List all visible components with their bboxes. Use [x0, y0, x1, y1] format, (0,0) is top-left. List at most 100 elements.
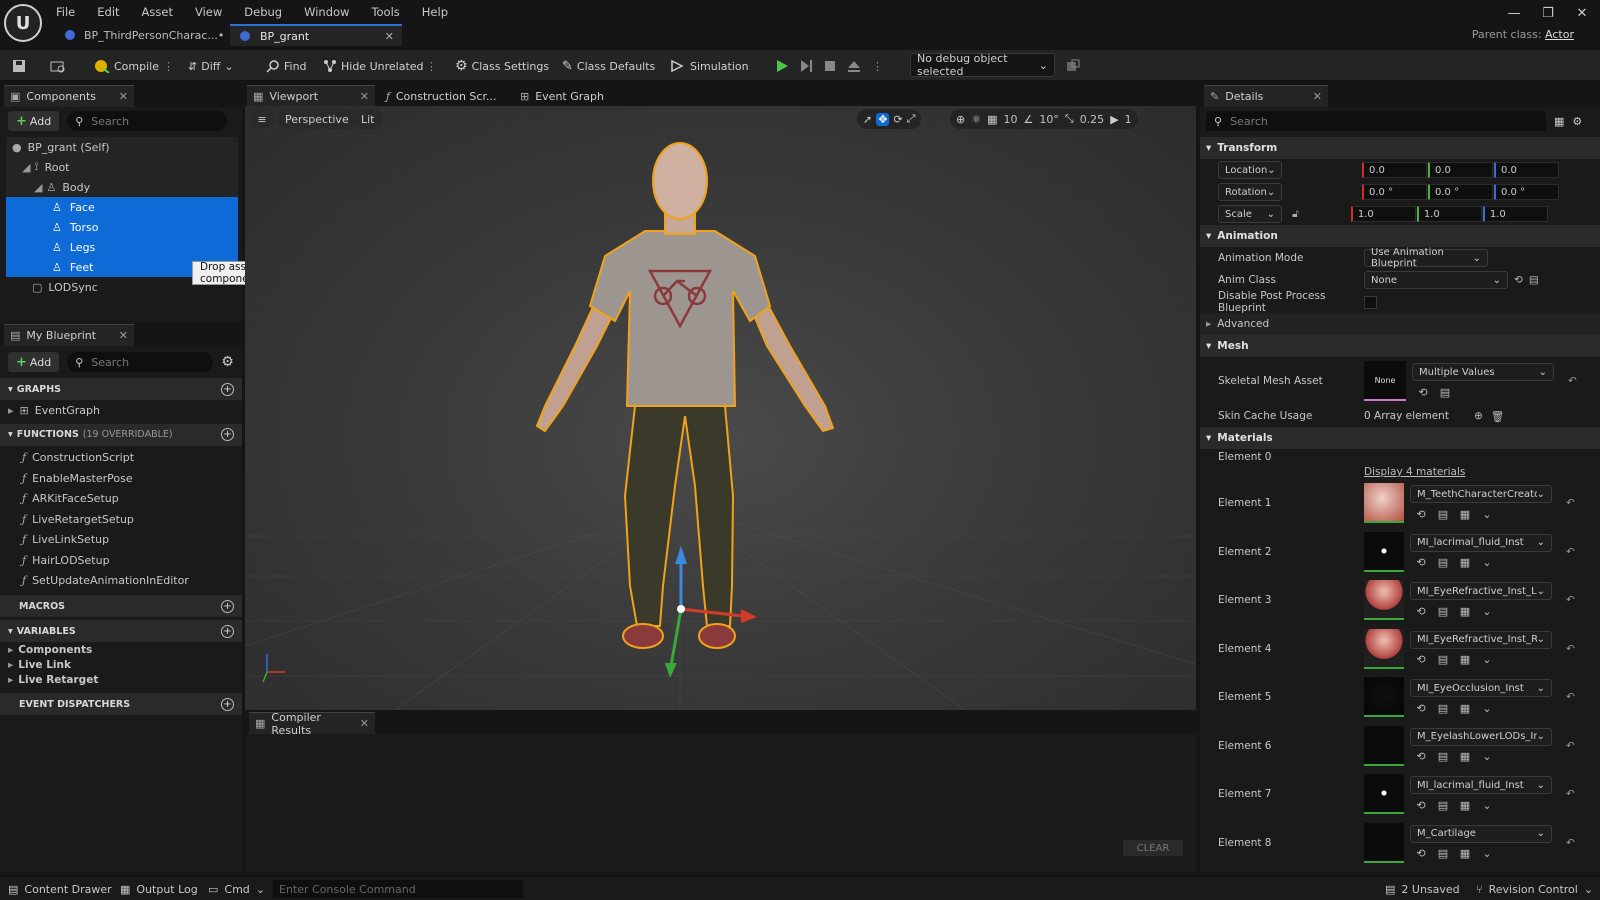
- animation-mode-select[interactable]: Use Animation Blueprint ⌄: [1364, 247, 1488, 269]
- compiler-results-tab[interactable]: ▦ Compiler Results ✕: [249, 711, 375, 737]
- scale-icon[interactable]: ⤢: [907, 112, 916, 126]
- event-dispatchers-section[interactable]: EVENT DISPATCHERS +: [0, 693, 242, 715]
- reset-icon[interactable]: ↶: [1566, 497, 1575, 509]
- browse-icon[interactable]: ▤: [1436, 604, 1450, 618]
- details-search-input[interactable]: ⚲ Search: [1206, 111, 1546, 131]
- material-select[interactable]: M_TeethCharacterCreator_Inst⌄: [1410, 485, 1552, 504]
- use-selected-icon[interactable]: ⟲: [1414, 604, 1428, 618]
- add-member-button[interactable]: + Add: [8, 352, 60, 372]
- grid-snap-icon[interactable]: ▦: [987, 113, 997, 126]
- material-options-icon[interactable]: ▦: [1458, 750, 1472, 764]
- menu-edit[interactable]: Edit: [97, 5, 119, 19]
- camera-speed-value[interactable]: 1: [1125, 113, 1132, 126]
- step-icon[interactable]: [799, 56, 813, 76]
- stop-icon[interactable]: [823, 56, 837, 76]
- material-select[interactable]: MI_EyeRefractive_Inst_L ⌄: [1410, 582, 1552, 601]
- select-icon[interactable]: ➚: [863, 113, 872, 126]
- debug-browse-icon[interactable]: [1066, 56, 1080, 76]
- function-item[interactable]: ƒ LiveLinkSetup: [0, 530, 242, 551]
- tab-event-graph[interactable]: ⊞ Event Graph: [514, 85, 614, 107]
- material-select[interactable]: M_Cartilage ⌄: [1410, 824, 1552, 843]
- location-mode-select[interactable]: Location ⌄: [1218, 161, 1282, 179]
- menu-view[interactable]: View: [195, 5, 222, 19]
- menu-debug[interactable]: Debug: [244, 5, 282, 19]
- compile-options-icon[interactable]: ⋮: [163, 56, 174, 76]
- material-select[interactable]: M_EyelashLowerLODs_Inst ⌄: [1410, 727, 1552, 746]
- rotate-icon[interactable]: ⟳: [893, 113, 902, 126]
- play-icon[interactable]: [775, 56, 789, 76]
- use-selected-icon[interactable]: ⟲: [1414, 556, 1428, 570]
- viewport[interactable]: ≡ Perspective Lit ➚ ✥ ⟳ ⤢ ⊕ ⚛ ▦ 10 ∠ 10° ⤡…: [245, 106, 1196, 710]
- perspective-button[interactable]: Perspective: [277, 109, 357, 129]
- material-thumbnail[interactable]: [1364, 774, 1404, 815]
- variable-category[interactable]: ▸ Live Retarget: [0, 672, 242, 687]
- mesh-section[interactable]: ▾ Mesh: [1200, 335, 1600, 357]
- material-options-icon[interactable]: ▦: [1458, 653, 1472, 667]
- translate-icon[interactable]: ✥: [876, 112, 890, 126]
- clear-button[interactable]: CLEAR: [1123, 840, 1183, 856]
- material-thumbnail[interactable]: [1364, 531, 1404, 572]
- scale-z-field[interactable]: 1.0: [1482, 206, 1548, 222]
- doc-tab-bp-grant[interactable]: BP_grant ✕: [230, 24, 402, 46]
- browse-icon[interactable]: [50, 56, 66, 76]
- function-item[interactable]: ƒ LiveRetargetSetup: [0, 509, 242, 530]
- grid-snap-value[interactable]: 10: [1004, 113, 1018, 126]
- close-icon[interactable]: ✕: [360, 90, 369, 103]
- chevron-down-icon[interactable]: ⌄: [1480, 847, 1494, 861]
- material-select[interactable]: MI_EyeOcclusion_Inst ⌄: [1410, 679, 1552, 698]
- menu-asset[interactable]: Asset: [142, 5, 173, 19]
- function-item[interactable]: ƒ ARKitFaceSetup: [0, 489, 242, 510]
- browse-icon[interactable]: ▤: [1436, 750, 1450, 764]
- browse-icon[interactable]: ▤: [1438, 385, 1452, 399]
- location-y-field[interactable]: 0.0: [1428, 162, 1493, 178]
- skeletal-mesh-select[interactable]: Multiple Values ⌄: [1412, 363, 1554, 381]
- my-blueprint-tab[interactable]: ▤ My Blueprint ✕: [4, 324, 134, 346]
- use-selected-icon[interactable]: ⟲: [1414, 507, 1428, 521]
- scale-mode-select[interactable]: Scale ⌄: [1218, 205, 1282, 223]
- close-window-icon[interactable]: ✕: [1570, 6, 1594, 21]
- use-selected-icon[interactable]: ⟲: [1416, 385, 1430, 399]
- browse-icon[interactable]: ▤: [1436, 847, 1450, 861]
- components-tab[interactable]: ▣ Components ✕: [4, 85, 134, 107]
- disable-pp-checkbox[interactable]: [1364, 295, 1377, 309]
- event-graph-item[interactable]: ▸ ⊞ EventGraph: [0, 400, 242, 421]
- skeletal-mesh-thumbnail[interactable]: None: [1364, 361, 1406, 401]
- tree-item-face[interactable]: ♙ Face: [6, 197, 238, 217]
- scale-snap-value[interactable]: 0.25: [1080, 113, 1105, 126]
- add-graph-icon[interactable]: +: [221, 382, 234, 396]
- scale-snap-icon[interactable]: ⤡: [1065, 112, 1074, 126]
- add-macro-icon[interactable]: +: [221, 599, 234, 613]
- class-defaults-button[interactable]: ✎ Class Defaults: [562, 56, 655, 76]
- add-function-icon[interactable]: +: [221, 428, 234, 441]
- display-materials-link[interactable]: Display 4 materials: [1364, 466, 1465, 478]
- class-settings-button[interactable]: ⚙ Class Settings: [455, 56, 549, 76]
- material-options-icon[interactable]: ▦: [1458, 701, 1472, 715]
- restore-icon[interactable]: ❐: [1536, 6, 1560, 21]
- browse-icon[interactable]: ▤: [1529, 274, 1539, 286]
- angle-snap-icon[interactable]: ∠: [1024, 113, 1034, 126]
- rotation-mode-select[interactable]: Rotation ⌄: [1218, 183, 1282, 201]
- variables-section[interactable]: ▾ VARIABLES +: [0, 620, 242, 642]
- location-z-field[interactable]: 0.0: [1494, 162, 1559, 178]
- use-selected-icon[interactable]: ⟲: [1514, 274, 1523, 286]
- chevron-down-icon[interactable]: ⌄: [1480, 653, 1494, 667]
- material-options-icon[interactable]: ▦: [1458, 556, 1472, 570]
- use-selected-icon[interactable]: ⟲: [1414, 750, 1428, 764]
- unsaved-button[interactable]: ▤ 2 Unsaved: [1385, 880, 1460, 898]
- parent-class-link[interactable]: Actor: [1545, 28, 1574, 41]
- output-log-button[interactable]: ▦ Output Log: [120, 880, 198, 898]
- components-search-input[interactable]: ⚲ Search: [67, 111, 228, 131]
- reset-icon[interactable]: ↶: [1568, 375, 1577, 387]
- eject-icon[interactable]: [847, 56, 861, 76]
- chevron-down-icon[interactable]: ⌄: [1480, 507, 1494, 521]
- diff-button[interactable]: ⇵ Diff ⌄: [188, 56, 234, 76]
- use-selected-icon[interactable]: ⟲: [1414, 847, 1428, 861]
- animation-section[interactable]: ▾ Animation: [1200, 225, 1600, 247]
- anim-class-select[interactable]: None ⌄: [1364, 271, 1508, 289]
- add-dispatcher-icon[interactable]: +: [221, 697, 234, 711]
- scale-x-field[interactable]: 1.0: [1350, 206, 1416, 222]
- blueprint-search-input[interactable]: ⚲ Search: [67, 352, 214, 372]
- browse-icon[interactable]: ▤: [1436, 556, 1450, 570]
- macros-section[interactable]: MACROS +: [0, 595, 242, 617]
- minimize-icon[interactable]: —: [1502, 6, 1526, 21]
